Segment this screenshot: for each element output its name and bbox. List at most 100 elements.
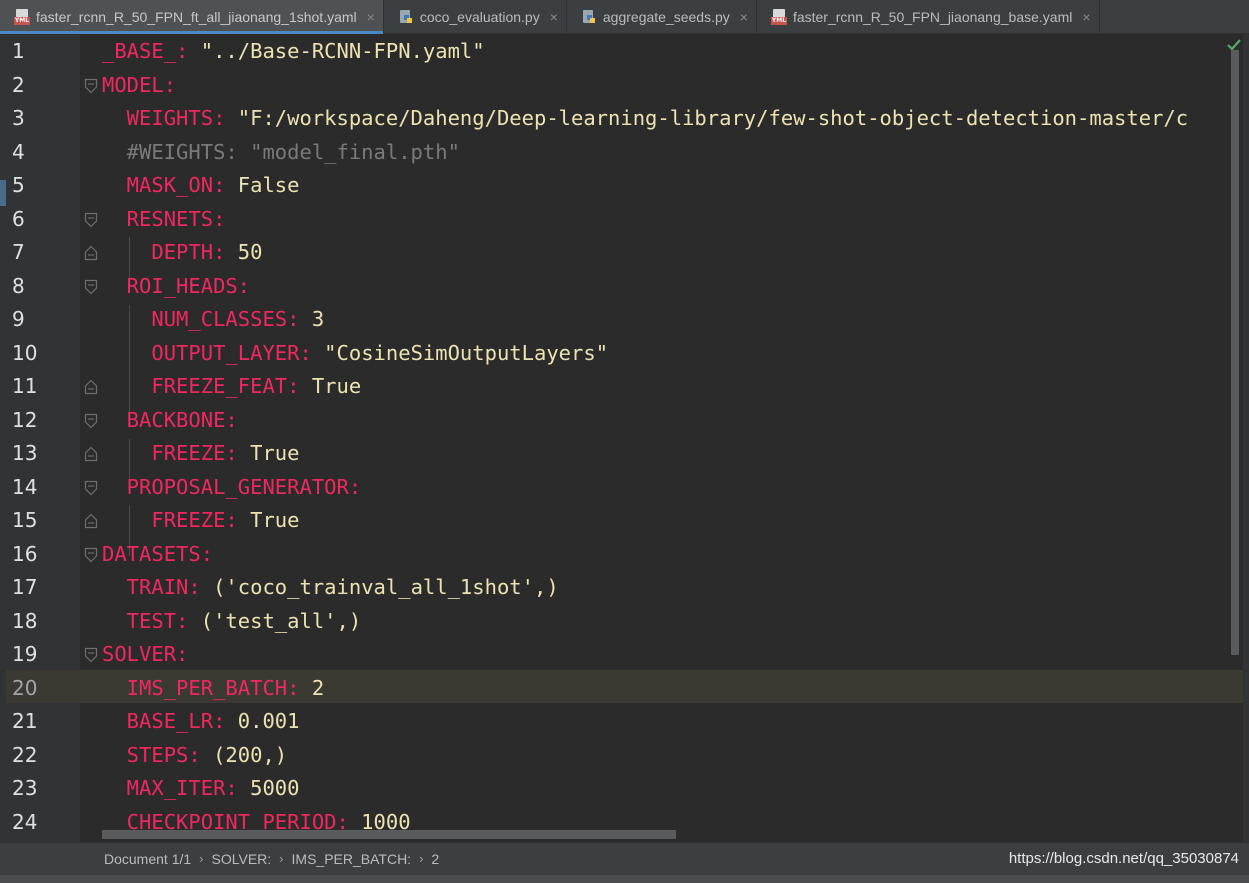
code-text[interactable]: STEPS: (200,) <box>102 739 287 773</box>
fold-open-icon[interactable] <box>84 480 98 496</box>
code-line[interactable]: 15 FREEZE: True <box>0 504 1230 538</box>
fold-open-icon[interactable] <box>84 647 98 663</box>
code-line[interactable]: 22 STEPS: (200,) <box>0 739 1230 773</box>
code-text[interactable]: WEIGHTS: "F:/workspace/Daheng/Deep-learn… <box>102 102 1188 136</box>
code-line[interactable]: 21 BASE_LR: 0.001 <box>0 705 1230 739</box>
code-line[interactable]: 11 FREEZE_FEAT: True <box>0 370 1230 404</box>
yaml-value: (200,) <box>200 742 288 767</box>
window-bottom-edge <box>0 875 1249 883</box>
watermark-text: https://blog.csdn.net/qq_35030874 <box>1008 850 1239 867</box>
yaml-value: 5000 <box>237 776 300 800</box>
fold-end-icon[interactable] <box>84 245 98 261</box>
code-text[interactable]: MODEL: <box>102 69 176 103</box>
breadcrumb-bar: Document 1/1 › SOLVER: › IMS_PER_BATCH: … <box>0 842 1249 875</box>
yaml-value: "CosineSimOutputLayers" <box>311 340 609 365</box>
code-line[interactable]: 16 DATASETS: <box>0 538 1230 572</box>
code-line[interactable]: 19 SOLVER: <box>0 638 1230 672</box>
code-line[interactable]: 9 NUM_CLASSES: 3 <box>0 303 1230 337</box>
close-icon[interactable]: × <box>367 9 375 25</box>
line-number: 10 <box>12 340 38 365</box>
line-number: 15 <box>12 508 38 532</box>
code-line[interactable]: 8 ROI_HEADS: <box>0 270 1230 304</box>
breadcrumb-item-solver[interactable]: SOLVER: <box>212 851 272 867</box>
tab-aggregate-seeds-py[interactable]: aggregate_seeds.py × <box>567 0 757 34</box>
error-stripe <box>1243 35 1249 842</box>
fold-open-icon[interactable] <box>84 78 98 94</box>
code-text[interactable]: DEPTH: 50 <box>102 236 262 270</box>
fold-end-icon[interactable] <box>84 379 98 395</box>
code-text[interactable]: DATASETS: <box>102 538 213 572</box>
fold-open-icon[interactable] <box>84 279 98 295</box>
code-line[interactable]: 6 RESNETS: <box>0 203 1230 237</box>
code-line[interactable]: 20 IMS_PER_BATCH: 2 <box>0 672 1230 706</box>
fold-end-icon[interactable] <box>84 513 98 529</box>
code-line[interactable]: 7 DEPTH: 50 <box>0 236 1230 270</box>
tab-faster-rcnn-jiaonang-base-yaml[interactable]: YML faster_rcnn_R_50_FPN_jiaonang_base.y… <box>757 0 1100 34</box>
line-number: 22 <box>12 742 38 767</box>
code-line[interactable]: 2 MODEL: <box>0 69 1230 103</box>
line-number: 6 <box>12 206 25 231</box>
vertical-scrollbar[interactable] <box>1231 50 1239 655</box>
code-text[interactable]: BASE_LR: 0.001 <box>102 705 300 739</box>
fold-open-icon[interactable] <box>84 212 98 228</box>
code-text[interactable]: FREEZE: True <box>102 504 299 538</box>
breadcrumb-item-value[interactable]: 2 <box>431 851 439 867</box>
code-text[interactable]: MASK_ON: False <box>102 169 300 203</box>
line-number: 13 <box>12 441 38 465</box>
code-line[interactable]: 3 WEIGHTS: "F:/workspace/Daheng/Deep-lea… <box>0 102 1230 136</box>
code-text[interactable]: PROPOSAL_GENERATOR: <box>102 471 362 505</box>
tab-faster-rcnn-ft-all-1shot-yaml[interactable]: YML faster_rcnn_R_50_FPN_ft_all_jiaonang… <box>0 0 384 34</box>
line-number: 23 <box>12 776 38 800</box>
line-number: 7 <box>12 240 25 264</box>
code-line[interactable]: 10 OUTPUT_LAYER: "CosineSimOutputLayers" <box>0 337 1230 371</box>
yaml-key: IMS_PER_BATCH: <box>102 675 300 700</box>
code-text[interactable]: FREEZE: True <box>102 437 299 471</box>
close-icon[interactable]: × <box>1082 9 1090 25</box>
fold-open-icon[interactable] <box>84 547 98 563</box>
code-text[interactable]: RESNETS: <box>102 203 226 237</box>
code-line[interactable]: 14 PROPOSAL_GENERATOR: <box>0 471 1230 505</box>
tab-label: aggregate_seeds.py <box>602 9 730 25</box>
code-text[interactable]: MAX_ITER: 5000 <box>102 772 300 806</box>
close-icon[interactable]: × <box>550 9 558 25</box>
close-icon[interactable]: × <box>740 9 748 25</box>
code-line[interactable]: 18 TEST: ('test_all',) <box>0 605 1230 639</box>
code-text[interactable]: SOLVER: <box>102 638 188 672</box>
yaml-value: "../Base-RCNN-FPN.yaml" <box>188 39 485 63</box>
tab-label: faster_rcnn_R_50_FPN_jiaonang_base.yaml <box>792 9 1073 25</box>
code-text[interactable]: FREEZE_FEAT: True <box>102 370 361 404</box>
line-number: 9 <box>12 307 25 331</box>
breadcrumb-document[interactable]: Document 1/1 <box>104 851 191 867</box>
code-text[interactable]: TRAIN: ('coco_trainval_all_1shot',) <box>102 571 559 605</box>
code-comment: #WEIGHTS: "model_final.pth" <box>102 139 460 164</box>
yaml-value: False <box>225 173 300 197</box>
yaml-key: TRAIN: <box>102 575 201 599</box>
code-text[interactable]: ROI_HEADS: <box>102 270 250 304</box>
code-line[interactable]: 5 MASK_ON: False <box>0 169 1230 203</box>
yaml-key: RESNETS: <box>102 206 226 231</box>
code-line[interactable]: 13 FREEZE: True <box>0 437 1230 471</box>
code-text[interactable]: BACKBONE: <box>102 404 238 438</box>
line-number: 24 <box>12 809 38 834</box>
code-line[interactable]: 17 TRAIN: ('coco_trainval_all_1shot',) <box>0 571 1230 605</box>
code-line[interactable]: 4 #WEIGHTS: "model_final.pth" <box>0 136 1230 170</box>
code-text[interactable]: NUM_CLASSES: 3 <box>102 303 324 337</box>
code-text[interactable]: _BASE_: "../Base-RCNN-FPN.yaml" <box>102 35 485 69</box>
fold-end-icon[interactable] <box>84 446 98 462</box>
code-text[interactable]: OUTPUT_LAYER: "CosineSimOutputLayers" <box>102 337 608 371</box>
horizontal-scrollbar[interactable] <box>102 830 676 839</box>
code-line[interactable]: 23 MAX_ITER: 5000 <box>0 772 1230 806</box>
breadcrumb-item-ims-per-batch[interactable]: IMS_PER_BATCH: <box>292 851 412 867</box>
code-text[interactable]: #WEIGHTS: "model_final.pth" <box>102 136 460 170</box>
line-number: 19 <box>12 642 38 666</box>
code-line[interactable]: 12 BACKBONE: <box>0 404 1230 438</box>
line-number: 14 <box>12 474 38 499</box>
yaml-key: NUM_CLASSES: <box>102 307 300 331</box>
tab-label: coco_evaluation.py <box>419 9 540 25</box>
code-editor[interactable]: 1 _BASE_: "../Base-RCNN-FPN.yaml" 2 MODEL: 3… <box>0 35 1249 842</box>
code-text[interactable]: IMS_PER_BATCH: 2 <box>102 672 325 706</box>
fold-open-icon[interactable] <box>84 413 98 429</box>
code-text[interactable]: TEST: ('test_all',) <box>102 605 362 639</box>
code-line[interactable]: 1 _BASE_: "../Base-RCNN-FPN.yaml" <box>0 35 1230 69</box>
tab-coco-evaluation-py[interactable]: coco_evaluation.py × <box>384 0 567 34</box>
